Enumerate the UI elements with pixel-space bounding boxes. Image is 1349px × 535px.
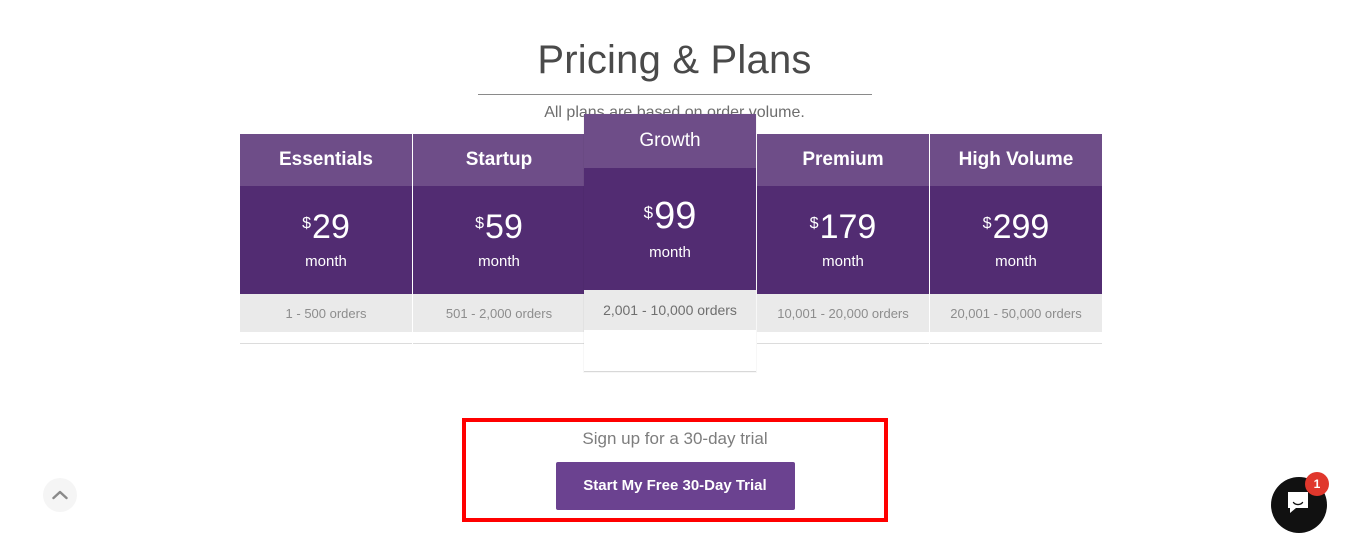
plan-bottom-strip bbox=[413, 332, 585, 344]
price-period: month bbox=[649, 244, 691, 261]
pricing-table: Essentials $ 29 month 1 - 500 orders Sta… bbox=[240, 114, 1102, 372]
plan-price: $ 59 bbox=[475, 210, 523, 244]
currency-symbol: $ bbox=[982, 215, 992, 232]
plan-name: Essentials bbox=[240, 134, 412, 186]
plan-price-block: $ 179 month bbox=[757, 186, 929, 294]
price-amount: 179 bbox=[819, 208, 877, 246]
plan-card-essentials[interactable]: Essentials $ 29 month 1 - 500 orders bbox=[240, 134, 412, 344]
start-free-trial-button[interactable]: Start My Free 30-Day Trial bbox=[555, 462, 795, 510]
plan-order-range: 10,001 - 20,000 orders bbox=[757, 294, 929, 332]
plan-card-high-volume[interactable]: High Volume $ 299 month 20,001 - 50,000 … bbox=[930, 134, 1102, 344]
plan-price: $ 29 bbox=[302, 210, 350, 244]
trial-signup-text: Sign up for a 30-day trial bbox=[582, 429, 768, 448]
plan-bottom-strip bbox=[240, 332, 412, 344]
price-period: month bbox=[822, 253, 864, 270]
currency-symbol: $ bbox=[302, 215, 312, 232]
price-amount: 59 bbox=[485, 208, 523, 246]
chevron-up-icon bbox=[52, 490, 68, 500]
plan-name: Startup bbox=[413, 134, 585, 186]
plan-price: $ 179 bbox=[810, 210, 877, 244]
plan-name: Premium bbox=[757, 134, 929, 186]
plan-price: $ 299 bbox=[983, 210, 1050, 244]
plan-name: High Volume bbox=[930, 134, 1102, 186]
plan-price-block: $ 59 month bbox=[413, 186, 585, 294]
plan-price-block: $ 299 month bbox=[930, 186, 1102, 294]
price-amount: 299 bbox=[992, 208, 1050, 246]
price-period: month bbox=[305, 253, 347, 270]
plan-price-block: $ 29 month bbox=[240, 186, 412, 294]
plan-price-block: $ 99 month bbox=[584, 168, 756, 290]
plan-featured-panel bbox=[584, 330, 756, 372]
chat-bubble-icon bbox=[1286, 490, 1312, 521]
plan-card-premium[interactable]: Premium $ 179 month 10,001 - 20,000 orde… bbox=[757, 134, 929, 344]
price-period: month bbox=[995, 253, 1037, 270]
chat-unread-badge[interactable]: 1 bbox=[1305, 472, 1329, 496]
plan-order-range: 1 - 500 orders bbox=[240, 294, 412, 332]
plan-bottom-strip bbox=[757, 332, 929, 344]
currency-symbol: $ bbox=[475, 215, 485, 232]
plan-order-range: 20,001 - 50,000 orders bbox=[930, 294, 1102, 332]
price-amount: 99 bbox=[654, 195, 697, 237]
plan-bottom-strip bbox=[930, 332, 1102, 344]
price-period: month bbox=[478, 253, 520, 270]
trial-signup-highlight-box: Sign up for a 30-day trial Start My Free… bbox=[462, 418, 888, 522]
currency-symbol: $ bbox=[809, 215, 819, 232]
scroll-to-top-button[interactable] bbox=[43, 478, 77, 512]
price-amount: 29 bbox=[312, 208, 350, 246]
plan-price: $ 99 bbox=[644, 197, 697, 235]
plan-name: Growth bbox=[584, 114, 756, 168]
plan-order-range: 501 - 2,000 orders bbox=[413, 294, 585, 332]
plan-card-growth[interactable]: Growth $ 99 month 2,001 - 10,000 orders bbox=[584, 114, 756, 372]
page-header: Pricing & Plans All plans are based on o… bbox=[0, 0, 1349, 123]
currency-symbol: $ bbox=[643, 203, 654, 222]
plan-order-range: 2,001 - 10,000 orders bbox=[584, 290, 756, 330]
plan-card-startup[interactable]: Startup $ 59 month 501 - 2,000 orders bbox=[413, 134, 585, 344]
page-title: Pricing & Plans bbox=[537, 38, 812, 82]
